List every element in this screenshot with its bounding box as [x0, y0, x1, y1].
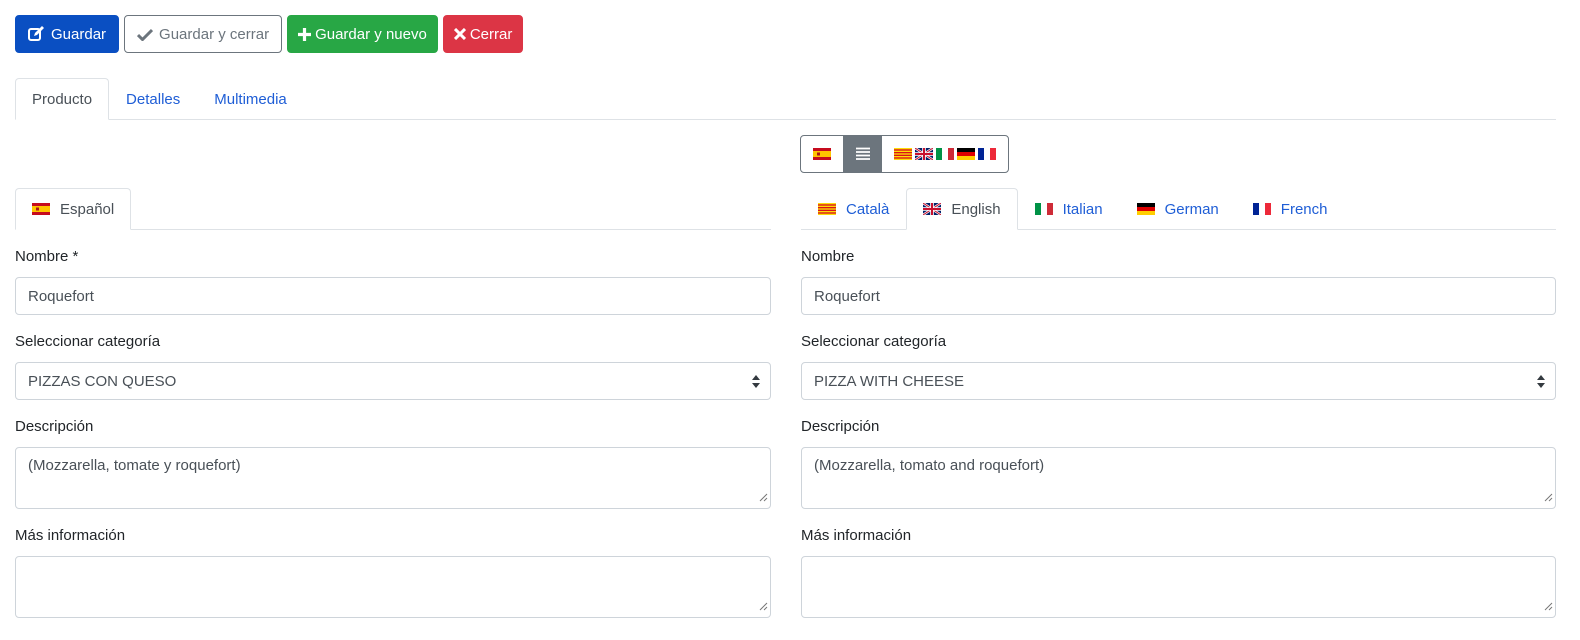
- name-input[interactable]: Roquefort: [801, 277, 1556, 315]
- resize-grip-icon[interactable]: [1544, 598, 1553, 615]
- description-textarea-value: (Mozzarella, tomato and roquefort): [814, 457, 1045, 474]
- name-label: Nombre: [801, 248, 855, 265]
- resize-grip-icon[interactable]: [759, 598, 768, 615]
- category-select-value: PIZZAS CON QUESO: [28, 372, 177, 390]
- left-form: Nombre * Roquefort Seleccionar categoría…: [15, 0, 771, 640]
- description-textarea-value: (Mozzarella, tomate y roquefort): [28, 457, 241, 474]
- description-label: Descripción: [801, 418, 880, 435]
- right-form: Nombre Roquefort Seleccionar categoría P…: [801, 0, 1556, 640]
- description-label: Descripción: [15, 418, 94, 435]
- category-select[interactable]: PIZZA WITH CHEESE: [801, 362, 1556, 400]
- select-arrows-icon: [1537, 375, 1545, 392]
- name-input[interactable]: Roquefort: [15, 277, 771, 315]
- category-label: Seleccionar categoría: [801, 333, 947, 350]
- select-arrows-icon: [752, 375, 760, 392]
- more-info-textarea[interactable]: [15, 556, 771, 618]
- category-label: Seleccionar categoría: [15, 333, 161, 350]
- description-textarea[interactable]: (Mozzarella, tomato and roquefort): [801, 447, 1556, 509]
- name-input-value: Roquefort: [28, 287, 94, 305]
- resize-grip-icon[interactable]: [759, 489, 768, 506]
- category-select-value: PIZZA WITH CHEESE: [814, 372, 965, 390]
- more-info-textarea[interactable]: [801, 556, 1556, 618]
- resize-grip-icon[interactable]: [1544, 489, 1553, 506]
- name-label: Nombre *: [15, 248, 79, 265]
- name-input-value: Roquefort: [814, 287, 880, 305]
- more-info-label: Más información: [801, 527, 912, 544]
- category-select[interactable]: PIZZAS CON QUESO: [15, 362, 771, 400]
- more-info-label: Más información: [15, 527, 126, 544]
- description-textarea[interactable]: (Mozzarella, tomate y roquefort): [15, 447, 771, 509]
